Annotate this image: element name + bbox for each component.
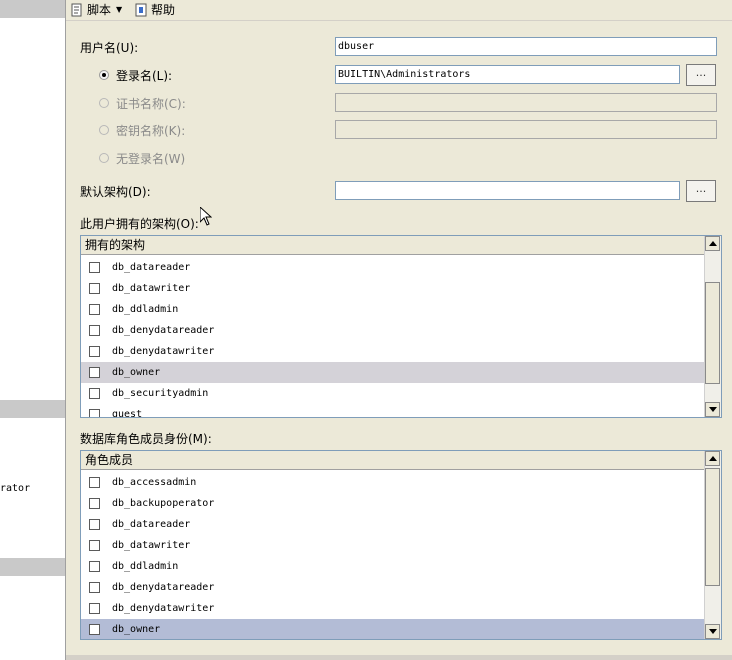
schema-name: db_denydatareader — [112, 325, 215, 336]
scroll-down-button[interactable] — [705, 624, 720, 639]
role-checkbox[interactable] — [89, 582, 100, 593]
list-item[interactable]: db_ddladmin — [81, 299, 705, 320]
cert-name-field — [335, 93, 717, 112]
role-name: db_accessadmin — [112, 477, 197, 488]
help-button[interactable]: 帮助 — [134, 1, 175, 18]
list-item[interactable]: db_datareader — [81, 514, 705, 535]
schema-name: db_owner — [112, 367, 161, 378]
key-name-radio[interactable] — [99, 125, 109, 135]
schema-name: guest — [112, 409, 143, 418]
role-checkbox[interactable] — [89, 603, 100, 614]
schema-name: db_datareader — [112, 262, 191, 273]
schema-checkbox[interactable] — [89, 325, 100, 336]
role-checkbox[interactable] — [89, 519, 100, 530]
list-item[interactable]: db_accessadmin — [81, 472, 705, 493]
scroll-thumb[interactable] — [705, 282, 720, 384]
list-item[interactable]: db_securityadmin — [81, 383, 705, 404]
scroll-up-button[interactable] — [705, 236, 720, 251]
list-item[interactable]: db_denydatareader — [81, 577, 705, 598]
left-pane: rator — [0, 0, 66, 660]
role-name: db_datawriter — [112, 540, 191, 551]
schema-browse-button[interactable]: ... — [686, 180, 716, 202]
login-browse-button[interactable]: ... — [686, 64, 716, 86]
login-name-label[interactable]: 登录名(L): — [116, 67, 172, 84]
list-item[interactable]: db_backupoperator — [81, 493, 705, 514]
list-item[interactable]: guest — [81, 404, 705, 418]
owned-schemas-scrollbar[interactable] — [704, 236, 721, 417]
scroll-down-button[interactable] — [705, 402, 720, 417]
username-field[interactable]: dbuser — [335, 37, 717, 56]
list-item[interactable]: db_ddladmin — [81, 556, 705, 577]
status-strip — [66, 655, 732, 660]
schema-checkbox[interactable] — [89, 367, 100, 378]
help-icon — [134, 3, 148, 17]
role-checkbox[interactable] — [89, 540, 100, 551]
no-login-label: 无登录名(W) — [116, 152, 186, 166]
schema-name: db_securityadmin — [112, 388, 209, 399]
schema-name: db_denydatawriter — [112, 346, 215, 357]
default-schema-label: 默认架构(D): — [80, 185, 151, 199]
role-members-column-header[interactable]: 角色成员 — [81, 451, 705, 470]
role-name: db_owner — [112, 624, 161, 635]
owned-schemas-column-header[interactable]: 拥有的架构 — [81, 236, 705, 255]
key-name-field — [335, 120, 717, 139]
role-name: db_denydatawriter — [112, 603, 215, 614]
toolbar: 脚本 ▼ 帮助 — [66, 0, 732, 21]
login-name-radio[interactable] — [99, 70, 109, 80]
scroll-up-button[interactable] — [705, 451, 720, 466]
left-pane-section-bar — [0, 400, 65, 418]
schema-checkbox[interactable] — [89, 388, 100, 399]
schema-name: db_ddladmin — [112, 304, 179, 315]
left-pane-item[interactable]: rator — [0, 483, 30, 494]
role-members-list: 角色成员 db_accessadmin db_backupoperator db… — [80, 450, 722, 640]
list-item[interactable]: db_denydatawriter — [81, 341, 705, 362]
script-label: 脚本 — [87, 3, 112, 17]
key-name-label: 密钥名称(K): — [116, 124, 186, 138]
role-name: db_datareader — [112, 519, 191, 530]
owned-schemas-label: 此用户拥有的架构(O): — [80, 217, 199, 231]
login-name-field[interactable]: BUILTIN\Administrators — [335, 65, 680, 84]
help-label: 帮助 — [151, 3, 176, 17]
scroll-thumb[interactable] — [705, 468, 720, 586]
role-members-label: 数据库角色成员身份(M): — [80, 432, 212, 446]
mouse-cursor-icon — [199, 205, 213, 230]
owned-schemas-list: 拥有的架构 db_datareader db_datawriter db_ddl… — [80, 235, 722, 418]
schema-checkbox[interactable] — [89, 304, 100, 315]
role-name: db_denydatareader — [112, 582, 215, 593]
cert-name-radio[interactable] — [99, 98, 109, 108]
role-checkbox[interactable] — [89, 498, 100, 509]
role-checkbox[interactable] — [89, 624, 100, 635]
schema-name: db_datawriter — [112, 283, 191, 294]
username-label: 用户名(U): — [80, 41, 139, 55]
user-properties-form: 用户名(U): dbuser 登录名(L): BUILTIN\Administr… — [66, 21, 732, 655]
left-pane-header — [0, 0, 65, 18]
default-schema-field[interactable] — [335, 181, 680, 200]
list-item[interactable]: db_denydatawriter — [81, 598, 705, 619]
list-item[interactable]: db_datawriter — [81, 535, 705, 556]
role-name: db_backupoperator — [112, 498, 215, 509]
schema-checkbox[interactable] — [89, 346, 100, 357]
schema-checkbox[interactable] — [89, 409, 100, 417]
role-members-scrollbar[interactable] — [704, 451, 721, 639]
cert-name-label: 证书名称(C): — [116, 97, 186, 111]
role-checkbox[interactable] — [89, 477, 100, 488]
list-item[interactable]: db_owner — [81, 619, 705, 639]
left-pane-section-bar — [0, 558, 65, 576]
list-item[interactable]: db_denydatareader — [81, 320, 705, 341]
list-item[interactable]: db_datawriter — [81, 278, 705, 299]
list-item[interactable]: db_datareader — [81, 257, 705, 278]
chevron-down-icon[interactable]: ▼ — [116, 5, 122, 14]
no-login-radio[interactable] — [99, 153, 109, 163]
list-item[interactable]: db_owner — [81, 362, 705, 383]
schema-checkbox[interactable] — [89, 283, 100, 294]
schema-checkbox[interactable] — [89, 262, 100, 273]
script-button[interactable]: 脚本 ▼ — [70, 1, 122, 18]
role-checkbox[interactable] — [89, 561, 100, 572]
role-name: db_ddladmin — [112, 561, 179, 572]
script-icon — [70, 3, 84, 17]
